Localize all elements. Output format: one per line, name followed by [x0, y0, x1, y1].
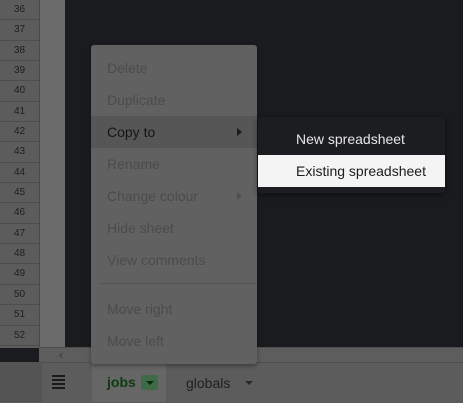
menu-divider — [101, 283, 256, 284]
row-header[interactable]: 49 — [0, 264, 39, 285]
sheet-tab-jobs-label[interactable]: jobs — [107, 374, 136, 390]
row-header[interactable]: 38 — [0, 41, 39, 62]
row-header[interactable]: 48 — [0, 244, 39, 265]
submenu-item-existing-spreadsheet[interactable]: Existing spreadsheet — [258, 155, 445, 187]
sheet-tab-globals-label[interactable]: globals — [186, 375, 230, 391]
menu-item-label: Hide sheet — [107, 220, 174, 236]
row-header[interactable]: 47 — [0, 224, 39, 245]
menu-item-label: View comments — [107, 252, 206, 268]
row-header[interactable]: 44 — [0, 163, 39, 184]
submenu-item-label: Existing spreadsheet — [296, 163, 426, 179]
submenu-item-new-spreadsheet[interactable]: New spreadsheet — [258, 123, 445, 155]
menu-item-hide-sheet[interactable]: Hide sheet — [91, 212, 257, 244]
menu-item-label: Move left — [107, 333, 164, 349]
menu-item-label: Copy to — [107, 124, 156, 140]
menu-item-label: Move right — [107, 301, 173, 317]
menu-item-move-right[interactable]: Move right — [91, 293, 257, 325]
row-header[interactable]: 41 — [0, 102, 39, 123]
menu-item-view-comments[interactable]: View comments — [91, 244, 257, 276]
row-header[interactable]: 43 — [0, 142, 39, 163]
caret-down-icon[interactable] — [141, 375, 158, 390]
row-header[interactable]: 39 — [0, 61, 39, 82]
row-header[interactable]: 40 — [0, 81, 39, 102]
menu-item-label: Duplicate — [107, 92, 166, 108]
menu-item-label: Change colour — [107, 188, 199, 204]
column-a-cells[interactable] — [40, 0, 65, 348]
row-header[interactable]: 51 — [0, 305, 39, 326]
chevron-left-icon[interactable]: ‹ — [54, 347, 68, 362]
row-header[interactable]: 36 — [0, 0, 39, 21]
row-header[interactable]: 50 — [0, 285, 39, 306]
copy-to-submenu: New spreadsheet Existing spreadsheet — [258, 117, 445, 193]
row-header[interactable]: 42 — [0, 122, 39, 143]
menu-item-label: Rename — [107, 156, 160, 172]
menu-item-label: Delete — [107, 60, 148, 76]
caret-down-icon[interactable] — [245, 381, 253, 385]
hamburger-icon[interactable] — [52, 375, 70, 391]
chevron-right-icon — [237, 192, 242, 200]
menu-item-copy-to[interactable]: Copy to — [91, 116, 257, 148]
menu-item-duplicate[interactable]: Duplicate — [91, 84, 257, 116]
row-header[interactable]: 52 — [0, 326, 39, 346]
row-header[interactable]: 45 — [0, 183, 39, 204]
row-header-column: 36 37 38 39 40 41 42 43 44 45 46 47 48 49 50 51 52 — [0, 0, 40, 348]
sheet-context-menu: Delete Duplicate Copy to Rename Change c… — [91, 45, 257, 364]
menu-item-delete[interactable]: Delete — [91, 52, 257, 84]
menu-item-rename[interactable]: Rename — [91, 148, 257, 180]
chevron-right-icon — [237, 128, 242, 136]
menu-item-change-colour[interactable]: Change colour — [91, 180, 257, 212]
row-header[interactable]: 37 — [0, 20, 39, 41]
submenu-item-label: New spreadsheet — [296, 131, 405, 147]
tab-bar-left-panel — [0, 362, 42, 402]
row-header[interactable]: 46 — [0, 203, 39, 224]
menu-item-move-left[interactable]: Move left — [91, 325, 257, 357]
